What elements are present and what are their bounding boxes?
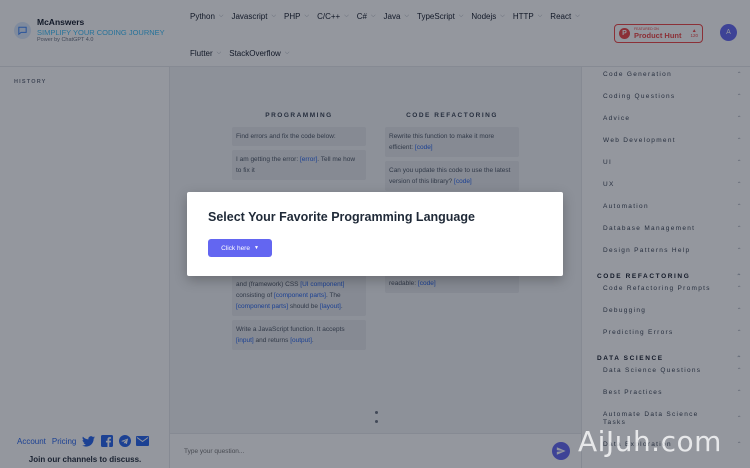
language-select-modal: Select Your Favorite Programming Languag… bbox=[187, 192, 563, 276]
watermark: AiJuh.com bbox=[578, 425, 722, 458]
modal-title: Select Your Favorite Programming Languag… bbox=[208, 210, 475, 224]
chevron-down-icon: ▼ bbox=[253, 245, 259, 251]
click-here-button[interactable]: Click here ▼ bbox=[208, 239, 272, 257]
